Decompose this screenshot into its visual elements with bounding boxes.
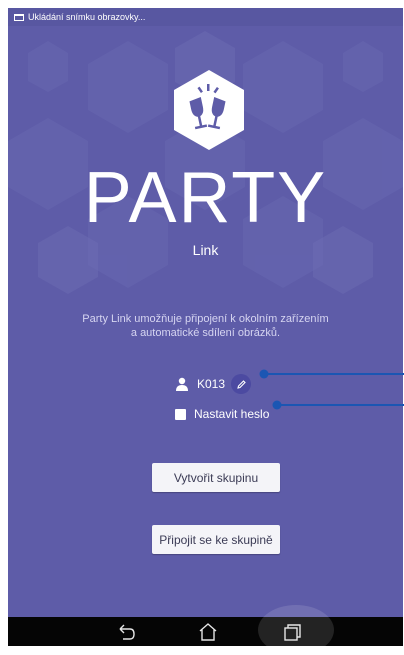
status-text: Ukládání snímku obrazovky... [28,12,146,22]
status-bar: Ukládání snímku obrazovky... [8,8,403,26]
description-line-1: Party Link umožňuje připojení k okolním … [82,313,329,325]
app-title: PARTY [83,158,328,238]
description-line-2: a automatické sdílení obrázků. [130,327,281,339]
app-subtitle: Link [192,242,219,258]
edit-name-button[interactable] [231,374,252,394]
device-name: K013 [197,377,226,391]
set-password-label: Nastavit heslo [194,407,270,421]
set-password-row[interactable]: Nastavit heslo [175,405,269,423]
navigation-bar [8,605,403,655]
party-link-logo [174,70,244,150]
app-screen: Ukládání snímku obrazovky... PARTY Link … [8,8,403,646]
device-frame: Ukládání snímku obrazovky... PARTY Link … [0,0,404,655]
create-group-button[interactable]: Vytvořit skupinu [152,463,280,492]
set-password-checkbox[interactable] [175,408,186,420]
person-icon [176,377,188,391]
pencil-icon [236,379,246,389]
app-description: Party Link umožňuje připojení k okolním … [58,312,353,340]
device-name-row: K013 [175,372,252,396]
home-icon[interactable] [196,620,220,644]
back-icon[interactable] [114,620,138,644]
recent-apps-icon[interactable] [280,620,304,644]
join-group-button[interactable]: Připojit se ke skupině [152,525,280,554]
screenshot-icon [14,13,24,21]
